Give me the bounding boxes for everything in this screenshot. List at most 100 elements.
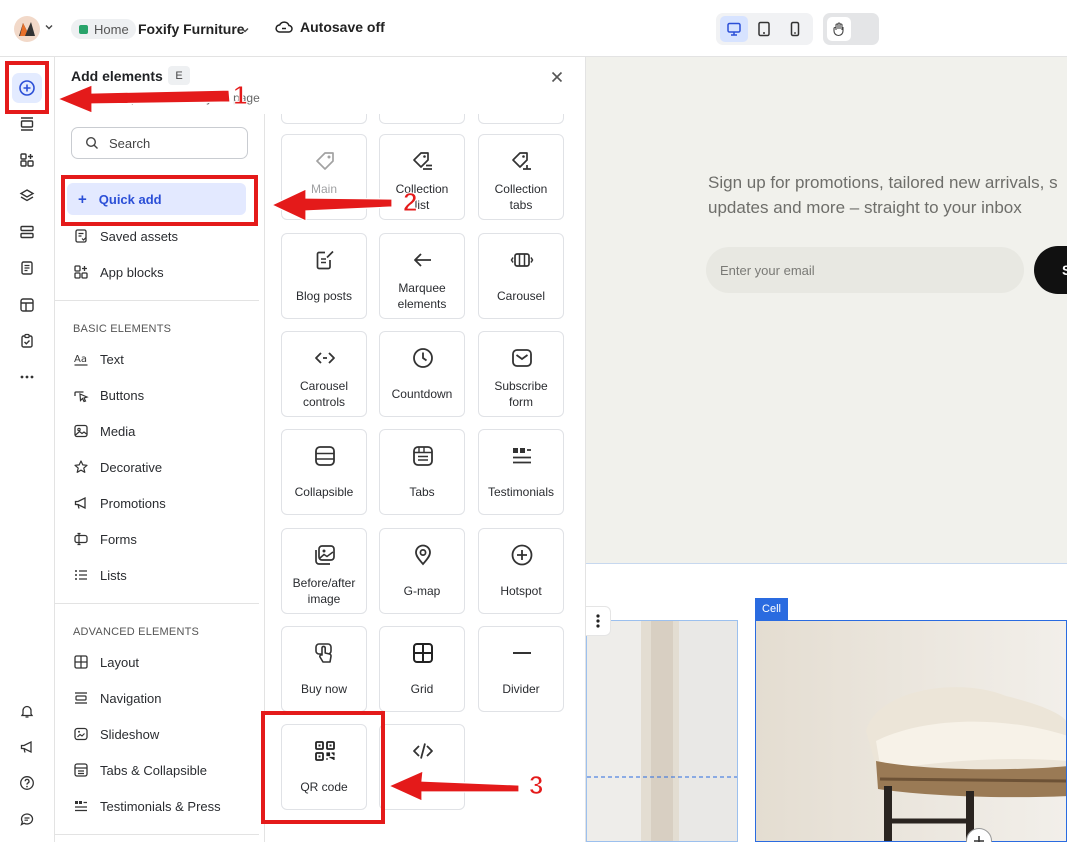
divider-card[interactable]: Divider xyxy=(478,626,564,712)
close-icon[interactable] xyxy=(549,69,565,85)
email-field[interactable] xyxy=(706,247,1024,293)
card-label: image xyxy=(307,592,341,606)
qr-code-icon xyxy=(315,741,335,761)
tabs-card[interactable]: Tabs xyxy=(379,429,465,515)
navigation-icon xyxy=(75,692,87,704)
chat-icon xyxy=(20,813,34,826)
navigation-label: Navigation xyxy=(100,690,162,706)
g-map-card[interactable]: G-map xyxy=(379,528,465,614)
tablet-view-button[interactable] xyxy=(750,16,778,42)
custom-code-card[interactable] xyxy=(379,724,465,810)
carousel-controls-card[interactable]: Carousel controls xyxy=(281,331,367,417)
app-blocks-item[interactable]: App blocks xyxy=(73,262,164,282)
mail-icon xyxy=(512,349,532,367)
subscribe-form-card[interactable]: Subscribe form xyxy=(478,331,564,417)
chat-rail-button[interactable] xyxy=(17,809,37,829)
help-rail-button[interactable] xyxy=(17,773,37,793)
search-input[interactable] xyxy=(109,135,229,151)
collection-tabs-card[interactable]: Collection tabs xyxy=(478,134,564,220)
images-icon xyxy=(315,545,335,565)
desktop-icon xyxy=(727,22,741,36)
panel-subtitle: Drag & Drop elements to your page xyxy=(71,91,260,105)
element-card-partial[interactable] xyxy=(478,114,564,124)
search-field[interactable] xyxy=(71,127,248,159)
main-collection-card[interactable]: Main collection xyxy=(281,134,367,220)
testimonials-card[interactable]: Testimonials xyxy=(478,429,564,515)
promotions-item[interactable]: Promotions xyxy=(73,493,166,513)
card-label: Main xyxy=(310,182,337,196)
more-vertical-icon[interactable] xyxy=(586,607,610,635)
store-name[interactable]: Foxify Furniture xyxy=(138,21,245,37)
saved-assets-item[interactable]: Saved assets xyxy=(73,226,178,246)
hand-icon xyxy=(833,22,844,37)
marquee-elements-card[interactable]: Marquee elements xyxy=(379,233,465,319)
left-rail xyxy=(0,57,55,842)
quick-add-item[interactable]: + Quick add xyxy=(67,183,246,215)
text-item[interactable]: Aa Text xyxy=(73,349,124,369)
chevron-down-icon[interactable] xyxy=(44,22,54,32)
card-label: G-map xyxy=(403,584,441,598)
add-elements-rail-button[interactable] xyxy=(12,73,42,103)
blog-edit-icon xyxy=(316,250,334,270)
collapsible-card[interactable]: Collapsible xyxy=(281,429,367,515)
notifications-rail-button[interactable] xyxy=(17,701,37,721)
buttons-item[interactable]: Buttons xyxy=(73,385,144,405)
slideshow-item[interactable]: Slideshow xyxy=(73,724,159,744)
chevron-down-icon[interactable] xyxy=(240,25,250,35)
checklist-rail-button[interactable] xyxy=(17,331,37,351)
page-canvas[interactable]: Sign up for promotions, tailored new arr… xyxy=(586,57,1067,842)
apps-rail-button[interactable] xyxy=(17,150,37,170)
blog-posts-card[interactable]: Blog posts xyxy=(281,233,367,319)
element-card-partial[interactable] xyxy=(379,114,465,124)
lists-item[interactable]: Lists xyxy=(73,565,127,585)
sections-rail-button[interactable] xyxy=(17,114,37,134)
navigation-item[interactable]: Navigation xyxy=(73,688,161,708)
tabs-collapsible-item[interactable]: Tabs & Collapsible xyxy=(73,760,207,780)
testimonials-press-item[interactable]: Testimonials & Press xyxy=(73,796,221,816)
card-label: Testimonials xyxy=(487,485,555,499)
product-image-left[interactable] xyxy=(586,620,738,842)
layers-rail-button[interactable] xyxy=(17,186,37,206)
desktop-view-button[interactable] xyxy=(720,16,749,42)
decorative-item[interactable]: Decorative xyxy=(73,457,162,477)
card-label: Before/after xyxy=(292,576,356,590)
image-icon xyxy=(74,424,88,438)
plus-circle-icon xyxy=(19,80,35,96)
card-label: Carousel xyxy=(496,289,546,303)
subscribe-button[interactable]: S xyxy=(1034,246,1067,294)
templates-rail-button[interactable] xyxy=(17,222,37,242)
mobile-view-button[interactable] xyxy=(781,16,809,42)
lists-label: Lists xyxy=(100,567,127,583)
help-circle-icon xyxy=(20,776,34,790)
layout-rail-button[interactable] xyxy=(17,295,37,315)
pages-rail-button[interactable] xyxy=(17,258,37,278)
more-rail-button[interactable] xyxy=(17,367,37,387)
carousel-card[interactable]: Carousel xyxy=(478,233,564,319)
media-item[interactable]: Media xyxy=(73,421,135,441)
map-pin-icon xyxy=(415,544,431,566)
pan-mode-toggle[interactable] xyxy=(823,13,879,45)
home-label: Home xyxy=(94,21,129,37)
sections-icon xyxy=(20,117,34,131)
tablet-icon xyxy=(758,21,771,37)
forms-item[interactable]: Forms xyxy=(73,529,137,549)
autosave-toggle[interactable]: Autosave off xyxy=(275,19,385,35)
element-card-partial[interactable] xyxy=(281,114,367,124)
home-badge[interactable]: Home xyxy=(71,19,136,39)
layout-item[interactable]: Layout xyxy=(73,652,139,672)
tabs-icon xyxy=(413,446,433,466)
email-input[interactable] xyxy=(720,262,1000,278)
card-label: Marquee xyxy=(398,281,446,295)
card-label: QR code xyxy=(300,780,348,794)
buy-now-card[interactable]: Buy now xyxy=(281,626,367,712)
before-after-image-card[interactable]: Before/after image xyxy=(281,528,367,614)
hotspot-card[interactable]: Hotspot xyxy=(478,528,564,614)
app-logo[interactable] xyxy=(14,16,40,42)
announcements-rail-button[interactable] xyxy=(17,737,37,757)
autosave-label: Autosave off xyxy=(300,19,385,35)
product-image-stool[interactable] xyxy=(755,620,1067,842)
qr-code-card[interactable]: QR code xyxy=(281,724,367,810)
grid-card[interactable]: Grid xyxy=(379,626,465,712)
collection-list-card[interactable]: Collection list xyxy=(379,134,465,220)
countdown-card[interactable]: Countdown xyxy=(379,331,465,417)
